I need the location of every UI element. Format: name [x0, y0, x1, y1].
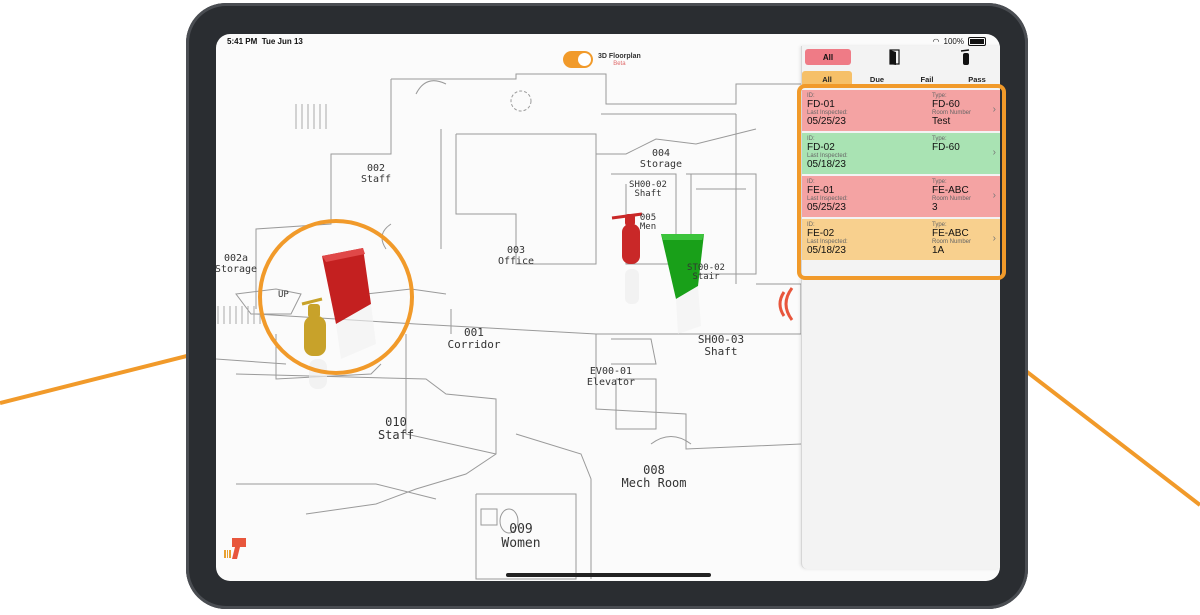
room-number: 008 [643, 463, 665, 477]
fire-extinguisher-fe01-marker [611, 212, 643, 304]
room-name: Shaft [634, 189, 662, 200]
room-name: Shaft [704, 344, 738, 358]
room-name: Storage [639, 158, 683, 170]
room-number: SH00-03 [697, 333, 745, 346]
room-number: EV00-01 [589, 366, 633, 377]
room-name: Corridor [447, 337, 501, 351]
room-number: 010 [385, 415, 407, 429]
room-name: Stair [692, 272, 720, 283]
room-number: 003 [506, 245, 526, 256]
room-name: Office [497, 255, 535, 267]
home-indicator [506, 573, 711, 577]
signal-icon [778, 287, 794, 321]
room-number: 001 [464, 326, 484, 339]
room-name: Mech Room [621, 475, 687, 490]
room-name: Men [639, 222, 657, 233]
room-name: Storage [216, 263, 258, 275]
status-time: 5:41 PM Tue Jun 13 [227, 37, 303, 46]
room-label-002: 002 Staff [360, 163, 392, 185]
room-number: 009 [509, 522, 533, 537]
room-name: Staff [377, 427, 415, 442]
status-right: ◠ 100% [933, 37, 986, 46]
room-label-002a: 002a Storage [216, 253, 258, 275]
room-label-001: 001 Corridor [448, 327, 501, 350]
floorplan-3d-toggle[interactable] [563, 51, 593, 68]
room-label-ev00-01: EV00-01 Elevator [586, 366, 636, 388]
room-name: Elevator [586, 376, 636, 388]
wifi-icon: ◠ [932, 37, 940, 46]
room-name: Women [501, 535, 541, 551]
room-name: Staff [360, 173, 392, 185]
room-label-sh00-02: SH00-02 Shaft [629, 180, 667, 200]
room-label-st00-02: ST00-02 Stair [687, 263, 725, 283]
room-label-008: 008 Mech Room [621, 464, 686, 489]
room-label-004: 004 Storage [639, 148, 683, 170]
room-label-005: 005 Men [639, 213, 657, 233]
asset-callout-circle [258, 219, 414, 375]
floorplan-3d-sublabel: Beta [613, 60, 626, 67]
fire-door-fd02-marker [661, 234, 704, 334]
room-number: 004 [651, 148, 671, 159]
fire-extinguisher-icon[interactable] [957, 48, 975, 66]
filter-all-button[interactable]: All [805, 49, 851, 65]
battery-percent: 100% [943, 37, 964, 46]
room-label-003: 003 Office [497, 245, 535, 267]
room-number: 002 [366, 163, 386, 174]
room-number: 002a [223, 253, 249, 264]
room-label-009: 009 Women [501, 523, 540, 550]
list-callout-frame [797, 84, 1006, 280]
room-label-sh00-03: SH00-03 Shaft [698, 334, 744, 357]
floorplan-3d-toggle-group: 3D Floorplan Beta [563, 51, 641, 68]
floorplan-3d-label: 3D Floorplan [598, 52, 641, 60]
battery-icon [968, 37, 986, 46]
room-label-010: 010 Staff [378, 416, 414, 441]
fire-door-icon[interactable] [886, 48, 904, 66]
barcode-scanner-icon[interactable] [222, 534, 252, 564]
